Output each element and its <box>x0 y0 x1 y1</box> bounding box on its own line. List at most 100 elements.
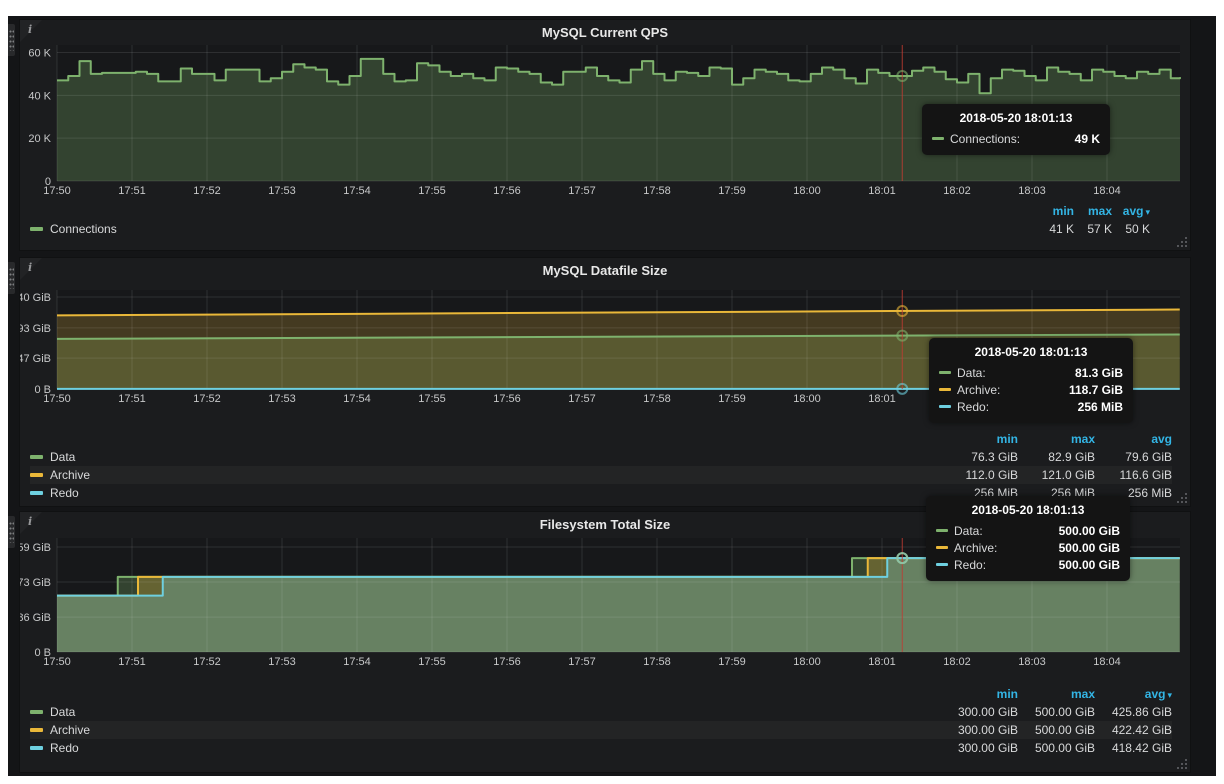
sort-caret-icon: ▾ <box>1167 690 1172 700</box>
x-axis-tick-label: 18:00 <box>793 185 821 197</box>
legend-series-label[interactable]: Data <box>30 705 941 719</box>
tooltip-series-value: 81.3 GiB <box>1057 366 1123 380</box>
panel-drag-handle[interactable] <box>8 516 15 548</box>
series-color-swatch-icon <box>30 455 43 459</box>
legend-series-label[interactable]: Archive <box>30 723 941 737</box>
x-axis-tick-label: 17:53 <box>268 656 296 668</box>
tooltip-series-row: Redo:256 MiB <box>939 398 1123 415</box>
series-color-swatch-icon <box>936 563 948 566</box>
legend-stat-header-max[interactable]: max <box>1074 204 1112 218</box>
legend-header-row: minmaxavg▾ <box>30 202 1150 220</box>
legend-row-data: Data76.3 GiB82.9 GiB79.6 GiB <box>30 448 1172 466</box>
y-axis-tick-label: 559 GiB <box>20 542 51 554</box>
legend-header-row: minmaxavg <box>30 430 1172 448</box>
panel-title[interactable]: MySQL Current QPS <box>20 25 1190 40</box>
legend-series-label[interactable]: Connections <box>30 222 1036 236</box>
tooltip-series-value: 256 MiB <box>1060 400 1123 414</box>
x-axis-tick-label: 18:01 <box>868 656 896 668</box>
y-axis-tick-label: 186 GiB <box>20 612 51 624</box>
x-axis-tick-label: 17:50 <box>43 656 71 668</box>
tooltip-series-value: 500.00 GiB <box>1041 524 1120 538</box>
x-axis-tick-label: 18:03 <box>1018 656 1046 668</box>
legend-stat-header-max[interactable]: max <box>1018 687 1095 701</box>
tooltip-series-row: Archive: 500.00 GiB <box>936 539 1120 556</box>
x-axis-tick-label: 17:52 <box>193 393 221 405</box>
legend-stat-header-avg[interactable]: avg▾ <box>1112 204 1150 218</box>
legend-stat-header-avg[interactable]: avg <box>1095 432 1172 446</box>
x-axis-tick-label: 17:55 <box>418 656 446 668</box>
legend-stat-header-avg[interactable]: avg▾ <box>1095 687 1172 701</box>
panel-resize-grip[interactable] <box>1185 767 1187 769</box>
legend-series-label[interactable]: Data <box>30 450 941 464</box>
x-axis-tick-label: 17:56 <box>493 656 521 668</box>
series-name: Redo <box>50 486 79 500</box>
y-axis-tick-label: 40 K <box>28 90 51 102</box>
series-name: Archive <box>50 468 90 482</box>
legend-stat-header-min[interactable]: min <box>941 687 1018 701</box>
panel-resize-grip[interactable] <box>1185 245 1187 247</box>
x-axis-tick-label: 17:59 <box>718 393 746 405</box>
legend-avg-value: 425.86 GiB <box>1095 705 1172 719</box>
legend-max-value: 500.00 GiB <box>1018 723 1095 737</box>
tooltip-series-value: 500.00 GiB <box>1041 541 1120 555</box>
legend-stat-header-min[interactable]: min <box>941 432 1018 446</box>
x-axis-tick-label: 18:02 <box>943 185 971 197</box>
tooltip-series-row: Connections:49 K <box>932 130 1100 147</box>
tooltip-series-value: 500.00 GiB <box>1041 558 1120 572</box>
legend-min-value: 300.00 GiB <box>941 705 1018 719</box>
x-axis-tick-label: 17:59 <box>718 656 746 668</box>
legend-stat-header-max[interactable]: max <box>1018 432 1095 446</box>
x-axis-tick-label: 18:00 <box>793 393 821 405</box>
x-axis-tick-label: 18:03 <box>1018 185 1046 197</box>
x-axis-tick-label: 17:51 <box>118 393 146 405</box>
panel-resize-grip[interactable] <box>1185 501 1187 503</box>
legend-min-value: 41 K <box>1036 222 1074 236</box>
x-axis-tick-label: 17:50 <box>43 185 71 197</box>
x-axis-tick-label: 18:00 <box>793 656 821 668</box>
legend-row-redo: Redo300.00 GiB500.00 GiB418.42 GiB <box>30 739 1172 757</box>
y-axis-tick-label: 93 GiB <box>20 323 51 335</box>
x-axis-tick-label: 17:58 <box>643 185 671 197</box>
series-color-swatch-icon <box>30 491 43 495</box>
x-axis-tick-label: 17:57 <box>568 656 596 668</box>
series-color-swatch-icon <box>30 746 43 750</box>
series-color-swatch-icon <box>936 529 948 532</box>
hover-tooltip: 2018-05-20 18:01:13Data:81.3 GiBArchive:… <box>929 338 1133 423</box>
series-name: Data <box>50 705 75 719</box>
series-name: Data <box>50 450 75 464</box>
tooltip-series-name: Data: <box>957 366 986 380</box>
legend: minmaxavgData76.3 GiB82.9 GiB79.6 GiBArc… <box>30 430 1172 502</box>
y-axis-tick-label: 373 GiB <box>20 577 51 589</box>
x-axis-tick-label: 17:54 <box>343 393 371 405</box>
tooltip-series-name: Archive: <box>954 541 997 555</box>
tooltip-series-value: 118.7 GiB <box>1051 383 1123 397</box>
x-axis-tick-label: 17:51 <box>118 656 146 668</box>
panel-drag-handle[interactable] <box>8 24 15 56</box>
legend-row-archive: Archive300.00 GiB500.00 GiB422.42 GiB <box>30 721 1172 739</box>
x-axis-tick-label: 17:56 <box>493 185 521 197</box>
y-axis-tick-label: 47 GiB <box>20 353 51 365</box>
series-color-swatch-icon <box>936 546 948 549</box>
series-color-swatch-icon <box>932 137 944 140</box>
x-axis-tick-label: 17:53 <box>268 393 296 405</box>
series-color-swatch-icon <box>939 405 951 408</box>
x-axis-tick-label: 18:04 <box>1093 656 1121 668</box>
x-axis-tick-label: 17:54 <box>343 656 371 668</box>
legend-series-label[interactable]: Redo <box>30 741 941 755</box>
legend-stat-header-min[interactable]: min <box>1036 204 1074 218</box>
legend-max-value: 57 K <box>1074 222 1112 236</box>
x-axis-tick-label: 17:55 <box>418 185 446 197</box>
legend-series-label[interactable]: Redo <box>30 486 941 500</box>
x-axis-tick-label: 17:59 <box>718 185 746 197</box>
legend-series-label[interactable]: Archive <box>30 468 941 482</box>
x-axis-tick-label: 17:57 <box>568 185 596 197</box>
legend-max-value: 500.00 GiB <box>1018 705 1095 719</box>
panel-drag-handle[interactable] <box>8 262 15 294</box>
x-axis-tick-label: 18:01 <box>868 393 896 405</box>
sort-caret-icon: ▾ <box>1145 207 1150 217</box>
panel-title[interactable]: MySQL Datafile Size <box>20 263 1190 278</box>
x-axis-tick-label: 17:58 <box>643 393 671 405</box>
tooltip-series-row: Data:500.00 GiB <box>936 522 1120 539</box>
series-color-swatch-icon <box>939 388 951 391</box>
y-axis-tick-label: 60 K <box>28 47 51 59</box>
